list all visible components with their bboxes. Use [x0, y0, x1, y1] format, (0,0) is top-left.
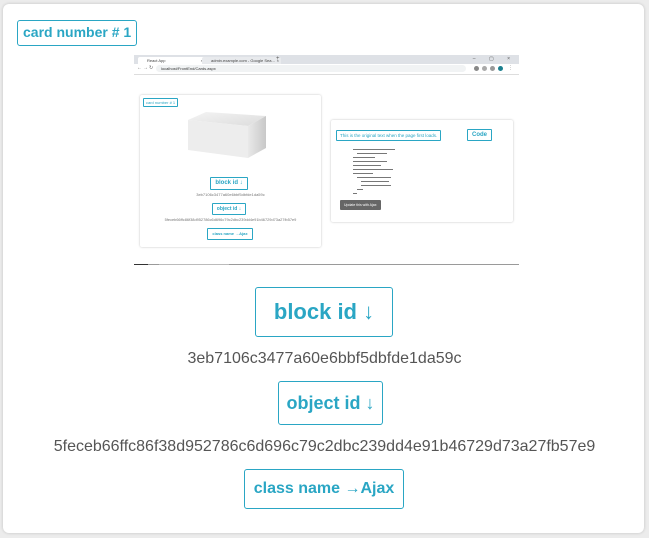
embedded-card-number-button: card number # 1: [143, 98, 179, 107]
browser-tab-bar: React App × admin.example.com - Google S…: [134, 55, 519, 64]
embedded-original-text-button: This is the original text when the page …: [336, 130, 442, 141]
object-id-button[interactable]: object id ↓: [278, 381, 383, 425]
embedded-update-button: Update this with Ajax: [340, 200, 381, 210]
embedded-class-name-button: class name →Ajax: [207, 228, 253, 240]
block-id-button[interactable]: block id ↓: [255, 287, 393, 337]
new-tab-icon: +: [276, 56, 280, 62]
address-bar: ← → ↻ localhost/FrontEnd/Cards.aspx ⋮: [134, 64, 519, 75]
box-image: [188, 112, 266, 158]
profile-icon: [498, 66, 503, 71]
extension-icon: [490, 66, 495, 71]
card-number-button[interactable]: card number # 1: [17, 20, 138, 46]
menu-icon: ⋮: [508, 65, 513, 71]
embedded-card: card number # 1 block id ↓ 3eb7106c3477a…: [140, 95, 321, 247]
embedded-object-id-button: object id ↓: [212, 203, 246, 215]
embedded-block-hash: 3eb7106c3477a60e6bbf5dbfde1da59c: [196, 192, 265, 197]
browser-tab-react-app: React App ×: [138, 57, 205, 64]
embedded-object-hash: 5feceb66ffc86f38d952786c6d696c79c2dbc239…: [164, 217, 297, 222]
class-name-button[interactable]: class name →Ajax: [244, 469, 404, 509]
embedded-code-button: Code: [467, 129, 492, 141]
browser-tab-label: admin.example.com - Google Sea...: [211, 58, 275, 63]
extension-icon: [482, 66, 487, 71]
divider: [134, 264, 148, 265]
embedded-screenshot: React App × admin.example.com - Google S…: [134, 55, 519, 267]
reload-icon: ↻: [149, 65, 154, 71]
embedded-block-id-button: block id ↓: [210, 177, 248, 190]
url-field: localhost/FrontEnd/Cards.aspx: [156, 65, 466, 72]
browser-tab-admin: admin.example.com - Google Sea... ×: [202, 57, 281, 64]
back-icon: ←: [137, 65, 142, 71]
extension-icon: [474, 66, 479, 71]
object-id-value: 5feceb66ffc86f38d952786c6d696c79c2dbc239…: [53, 438, 596, 455]
browser-tab-label: React App: [147, 58, 166, 63]
embedded-page: card number # 1 block id ↓ 3eb7106c3477a…: [134, 75, 519, 265]
card-container: card number # 1 React App × admin.exampl…: [3, 4, 644, 533]
embedded-ajax-panel: This is the original text when the page …: [331, 120, 513, 222]
block-id-value: 3eb7106c3477a60e6bbf5dbfde1da59c: [187, 350, 462, 367]
window-controls-icon: – ▢ ×: [472, 56, 516, 62]
forward-icon: →: [143, 65, 148, 71]
divider: [159, 264, 229, 265]
